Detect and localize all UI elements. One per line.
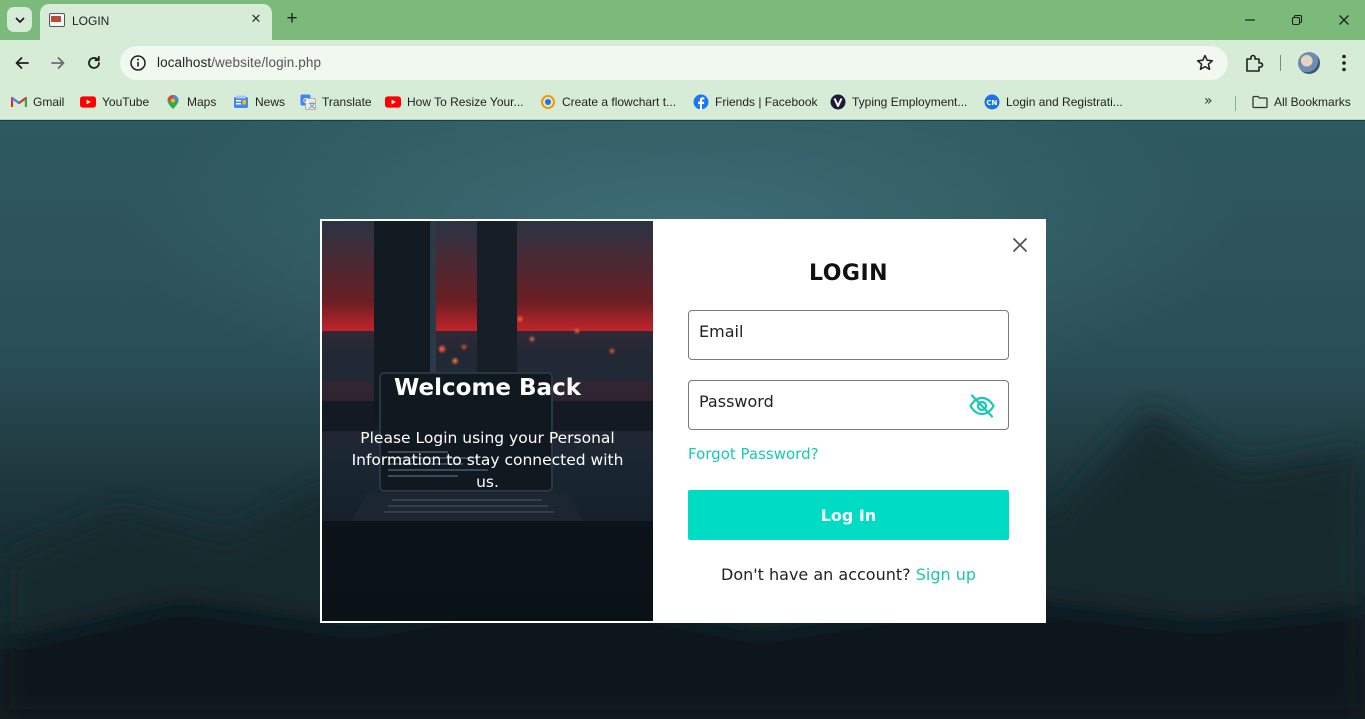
bookmark-label: Create a flowchart t...	[562, 95, 677, 109]
svg-text:文: 文	[309, 101, 316, 110]
bookmark-youtube[interactable]: YouTube	[80, 92, 149, 112]
city-night-photo	[322, 221, 653, 621]
bookmark-news[interactable]: News	[233, 92, 285, 112]
reload-button[interactable]	[81, 50, 107, 76]
address-bar[interactable]: localhost/website/login.php	[120, 46, 1228, 80]
news-icon	[233, 94, 249, 110]
restore-icon	[1291, 14, 1303, 26]
translate-icon: G文	[300, 94, 316, 110]
minimize-button[interactable]	[1240, 10, 1260, 30]
bookmark-label: Maps	[187, 95, 217, 109]
browser-tab[interactable]: LOGIN ✕	[40, 4, 272, 40]
site-favicon-icon	[49, 13, 65, 27]
folder-icon	[1252, 94, 1268, 110]
youtube-icon	[385, 94, 401, 110]
login-heading: LOGIN	[808, 261, 889, 286]
bookmark-flowchart[interactable]: Create a flowchart t...	[540, 92, 676, 112]
profile-avatar[interactable]	[1298, 52, 1320, 74]
email-placeholder: Email	[699, 322, 744, 341]
bookmark-maps[interactable]: Maps	[165, 92, 216, 112]
tab-search-button[interactable]	[7, 7, 32, 32]
youtube-icon	[80, 94, 96, 110]
url-host: localhost	[157, 55, 212, 70]
bookmark-login-registration[interactable]: CN Login and Registrati...	[984, 92, 1123, 112]
close-icon	[1339, 15, 1349, 25]
welcome-message: Please Login using your Personal Informa…	[351, 429, 624, 491]
bookmark-label: Typing Employment...	[852, 95, 968, 109]
forgot-password-link[interactable]: Forgot Password?	[688, 445, 819, 463]
password-field[interactable]: Password	[688, 380, 1009, 430]
minimize-icon	[1245, 19, 1255, 21]
bookmark-label: News	[255, 95, 286, 109]
browser-toolbar: localhost/website/login.php	[0, 40, 1365, 86]
signup-row: Don't have an account? Sign up	[653, 565, 1044, 584]
bookmark-facebook[interactable]: Friends | Facebook	[693, 92, 818, 112]
svg-text:CN: CN	[986, 99, 997, 107]
page-background: Welcome Back Please Login using your Per…	[0, 121, 1365, 719]
new-tab-button[interactable]: +	[281, 8, 303, 30]
restore-button[interactable]	[1287, 10, 1307, 30]
welcome-title: Welcome Back	[393, 375, 582, 401]
bookmark-label: Login and Registrati...	[1006, 95, 1123, 109]
bookmark-gmail[interactable]: Gmail	[11, 92, 64, 112]
all-bookmarks-label: All Bookmarks	[1274, 95, 1351, 109]
bookmark-label: Translate	[322, 95, 372, 109]
close-window-button[interactable]	[1334, 10, 1354, 30]
close-icon[interactable]	[1012, 237, 1028, 253]
eye-slash-icon[interactable]	[968, 392, 996, 420]
toolbar-separator	[1280, 55, 1281, 71]
facebook-icon	[693, 94, 709, 110]
password-placeholder: Password	[699, 392, 774, 411]
bookmarks-separator	[1235, 96, 1236, 111]
login-button[interactable]: Log In	[688, 490, 1009, 540]
login-modal: Welcome Back Please Login using your Per…	[320, 219, 1046, 623]
arrow-right-icon	[51, 57, 65, 69]
bookmarks-bar: Gmail YouTube Maps News G文 Translate How…	[0, 86, 1365, 120]
all-bookmarks-button[interactable]: All Bookmarks	[1252, 92, 1351, 112]
flowchart-icon	[540, 94, 556, 110]
back-button[interactable]	[9, 50, 35, 76]
bookmark-label: How To Resize Your...	[407, 95, 524, 109]
gmail-icon	[11, 94, 27, 110]
arrow-left-icon	[15, 57, 29, 69]
more-menu-icon[interactable]	[1334, 52, 1354, 74]
codenotes-icon: CN	[984, 94, 1000, 110]
typing-icon	[830, 94, 846, 110]
bookmark-resize-video[interactable]: How To Resize Your...	[385, 92, 524, 112]
more-bookmarks-icon[interactable]: »	[1204, 93, 1213, 109]
forward-button[interactable]	[45, 50, 71, 76]
site-info-icon[interactable]	[129, 54, 147, 72]
chevron-down-icon	[15, 17, 24, 23]
bookmark-label: Friends | Facebook	[715, 95, 818, 109]
tab-strip: LOGIN ✕ +	[0, 0, 1365, 40]
bookmark-label: YouTube	[102, 95, 150, 109]
login-form-panel: LOGIN Email Password Forgot Password? Lo…	[653, 221, 1044, 621]
welcome-panel: Welcome Back Please Login using your Per…	[322, 221, 653, 621]
url-path: /website/login.php	[211, 55, 322, 70]
maps-icon	[165, 94, 181, 110]
signup-prompt: Don't have an account?	[721, 565, 911, 584]
email-field[interactable]: Email	[688, 310, 1009, 360]
tab-title: LOGIN	[72, 14, 110, 28]
bookmark-label: Gmail	[33, 95, 65, 109]
close-tab-icon[interactable]: ✕	[248, 12, 264, 28]
bookmark-star-icon[interactable]	[1195, 53, 1215, 73]
reload-icon	[88, 55, 100, 69]
extensions-icon[interactable]	[1243, 52, 1265, 74]
signup-link[interactable]: Sign up	[916, 565, 976, 584]
bookmark-translate[interactable]: G文 Translate	[300, 92, 372, 112]
url-text: localhost/website/login.php	[157, 55, 321, 70]
bookmark-typing-employment[interactable]: Typing Employment...	[830, 92, 967, 112]
